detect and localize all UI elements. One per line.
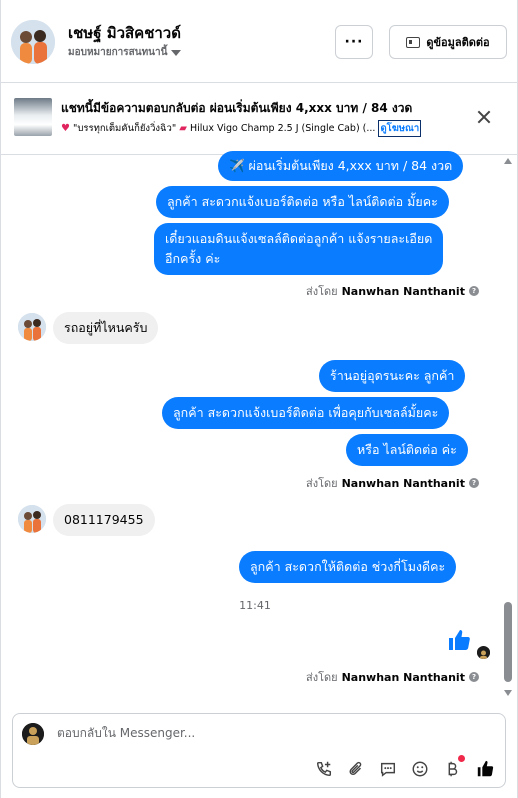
notification-dot bbox=[458, 755, 465, 762]
scroll-down-arrow-icon[interactable] bbox=[504, 690, 512, 696]
chat-header: เชษฐ์ มิวสิคชาวด์ มอบหมายการสนทนานี้ ···… bbox=[1, 0, 518, 83]
more-icon: ··· bbox=[344, 34, 364, 50]
like-thumb-icon bbox=[447, 628, 471, 652]
message-incoming[interactable]: รถอยู่ที่ไหนครับ bbox=[53, 312, 159, 344]
sender-name: Nanwhan Nanthanit bbox=[341, 670, 465, 684]
message-outgoing[interactable]: ลูกค้า สะดวกแจ้งเบอร์ติดต่อ หรือ ไลน์ติด… bbox=[156, 186, 449, 218]
contact-name: เชษฐ์ มิวสิคชาวด์ bbox=[68, 24, 181, 42]
add-call-icon[interactable] bbox=[313, 758, 335, 780]
sent-by-text: ส่งโดย bbox=[306, 285, 338, 298]
car-icon: ▰ bbox=[179, 123, 187, 134]
message-outgoing[interactable]: ✈️ ผ่อนเริ่มต้นเพียง 4,xxx บาท / 84 งวด bbox=[218, 151, 464, 181]
heart-icon: ♥ bbox=[61, 123, 70, 134]
message-incoming[interactable]: 0811179455 bbox=[53, 504, 155, 536]
message-composer bbox=[12, 713, 506, 788]
close-icon[interactable] bbox=[474, 108, 494, 128]
message-timestamp: 11:41 bbox=[239, 599, 271, 612]
payment-icon[interactable] bbox=[441, 755, 465, 780]
help-icon[interactable]: ? bbox=[468, 286, 479, 296]
ad-banner: แชทนี้มีข้อความตอบกลับต่อ ผ่อนเริ่มต้นเพ… bbox=[1, 83, 518, 155]
reply-input[interactable] bbox=[57, 726, 457, 740]
contact-avatar-small bbox=[18, 313, 46, 341]
attachment-icon[interactable] bbox=[345, 758, 367, 780]
caret-down-icon bbox=[171, 49, 182, 56]
read-receipt-avatar bbox=[477, 646, 490, 659]
contact-avatar[interactable] bbox=[11, 20, 55, 64]
scroll-up-arrow-icon[interactable] bbox=[504, 158, 512, 164]
view-contact-info-button[interactable]: ดูข้อมูลติดต่อ bbox=[389, 25, 507, 59]
message-outgoing[interactable]: ร้านอยู่อุดรนะคะ ลูกค้า bbox=[319, 360, 466, 392]
assign-label: มอบหมายการสนทนานี้ bbox=[68, 47, 168, 58]
saved-replies-icon[interactable] bbox=[377, 758, 399, 780]
sender-name: Nanwhan Nanthanit bbox=[341, 284, 465, 298]
sent-by-text: ส่งโดย bbox=[306, 477, 338, 490]
sent-by-label: ส่งโดย Nanwhan Nanthanit ? bbox=[306, 668, 479, 686]
sent-by-text: ส่งโดย bbox=[306, 671, 338, 684]
ad-thumbnail[interactable] bbox=[14, 98, 52, 136]
view-contact-info-label: ดูข้อมูลติดต่อ bbox=[426, 36, 490, 49]
contact-card-icon bbox=[406, 36, 421, 48]
chat-panel: เชษฐ์ มิวสิคชาวด์ มอบหมายการสนทนานี้ ···… bbox=[0, 0, 518, 798]
scrollbar-thumb[interactable] bbox=[504, 602, 512, 682]
contact-avatar-small bbox=[18, 505, 46, 533]
ad-subtitle: ♥ "บรรทุกเต็มคันก็ยังวิ่งฉิว" ▰ Hilux Vi… bbox=[61, 120, 422, 137]
message-outgoing[interactable]: ลูกค้า สะดวกแจ้งเบอร์ติดต่อ เพื่อคุยกับเ… bbox=[162, 397, 450, 429]
message-outgoing[interactable]: ลูกค้า สะดวกให้ติดต่อ ช่วงกี่โมงดีคะ bbox=[239, 551, 457, 583]
ad-car-model: Hilux Vigo Champ 2.5 J (Single Cab) (... bbox=[189, 123, 376, 134]
view-ad-link[interactable]: ดูโฆษณา bbox=[378, 120, 422, 137]
send-like-icon[interactable] bbox=[474, 758, 496, 780]
message-line: อีกครั้ง ค่ะ bbox=[165, 251, 221, 266]
sender-name: Nanwhan Nanthanit bbox=[341, 476, 465, 490]
message-outgoing[interactable]: หรือ ไลน์ติดต่อ ค่ะ bbox=[346, 434, 468, 466]
page-avatar bbox=[22, 723, 44, 745]
message-line: เดี๋ยวแอมดินแจ้งเซลล์ติดต่อลูกค้า แจ้งรา… bbox=[165, 231, 433, 246]
more-options-button[interactable]: ··· bbox=[335, 25, 373, 59]
emoji-icon[interactable] bbox=[409, 758, 431, 780]
sent-by-label: ส่งโดย Nanwhan Nanthanit ? bbox=[306, 282, 479, 300]
ad-title: แชทนี้มีข้อความตอบกลับต่อ ผ่อนเริ่มต้นเพ… bbox=[61, 101, 413, 115]
help-icon[interactable]: ? bbox=[468, 672, 479, 682]
message-outgoing[interactable]: เดี๋ยวแอมดินแจ้งเซลล์ติดต่อลูกค้า แจ้งรา… bbox=[154, 223, 444, 275]
assign-conversation-dropdown[interactable]: มอบหมายการสนทนานี้ bbox=[68, 45, 182, 60]
ad-tagline: "บรรทุกเต็มคันก็ยังวิ่งฉิว" bbox=[72, 123, 177, 134]
help-icon[interactable]: ? bbox=[468, 478, 479, 488]
sent-by-label: ส่งโดย Nanwhan Nanthanit ? bbox=[306, 474, 479, 492]
